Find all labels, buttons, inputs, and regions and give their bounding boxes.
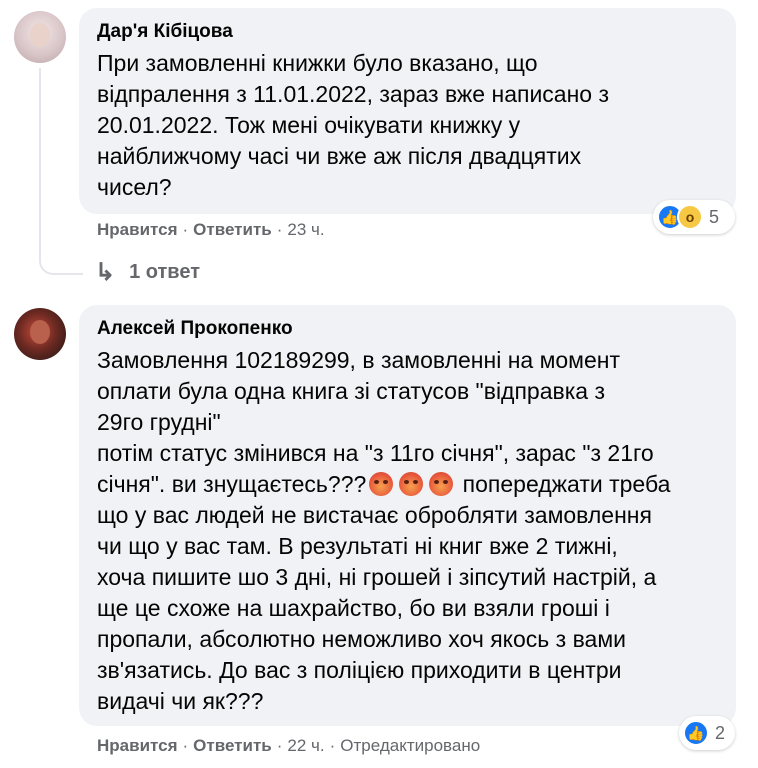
comment-bubble: Алексей Прокопенко Замовлення 102189299,…	[79, 305, 736, 726]
view-replies-link[interactable]: ↳ 1 ответ	[95, 258, 200, 287]
reply-thread-line	[39, 68, 83, 275]
comment-text: При замовленні книжки було вказано, що в…	[97, 50, 610, 200]
like-button[interactable]: Нравится	[97, 736, 178, 755]
comment-actions: Нравится · Ответить · 22 ч. · Отредактировано	[97, 735, 480, 757]
separator-dot: ·	[276, 220, 283, 239]
separator-dot: ·	[182, 736, 189, 755]
wow-icon: o	[677, 204, 703, 230]
comment-text-part: попереджати треба що у вас людей не вист…	[97, 471, 671, 714]
edited-label[interactable]: Отредактировано	[340, 736, 480, 755]
avatar-face	[30, 23, 50, 47]
timestamp[interactable]: 23 ч.	[287, 220, 324, 239]
angry-face-icon	[429, 472, 454, 496]
separator-dot: ·	[329, 736, 336, 755]
angry-face-icon	[369, 472, 394, 496]
comment-author[interactable]: Алексей Прокопенко	[97, 317, 718, 341]
comment-author[interactable]: Дар'я Кібіцова	[97, 20, 718, 44]
reply-button[interactable]: Ответить	[193, 736, 272, 755]
separator-dot: ·	[182, 220, 189, 239]
comment-actions: Нравится · Ответить · 23 ч.	[97, 219, 325, 241]
angry-face-icon	[399, 472, 424, 496]
avatar-face	[30, 320, 50, 344]
separator-dot: ·	[276, 736, 283, 755]
reaction-count: 2	[715, 722, 726, 743]
replies-count-label: 1 ответ	[129, 261, 200, 283]
avatar[interactable]	[14, 308, 66, 360]
like-icon: 👍	[683, 720, 709, 746]
reactions-summary[interactable]: 👍 o 5	[653, 200, 735, 234]
emoji-group	[366, 471, 456, 497]
timestamp[interactable]: 22 ч.	[287, 736, 324, 755]
comment-text: Замовлення 102189299, в замовленні на мо…	[97, 345, 718, 717]
reactions-summary[interactable]: 👍 2	[679, 716, 735, 750]
avatar[interactable]	[14, 11, 66, 63]
comment-bubble: Дар'я Кібіцова При замовленні книжки бул…	[79, 8, 736, 214]
like-button[interactable]: Нравится	[97, 220, 178, 239]
reply-button[interactable]: Ответить	[193, 220, 272, 239]
reaction-count: 5	[709, 206, 720, 227]
reply-arrow-icon: ↳	[95, 259, 116, 286]
